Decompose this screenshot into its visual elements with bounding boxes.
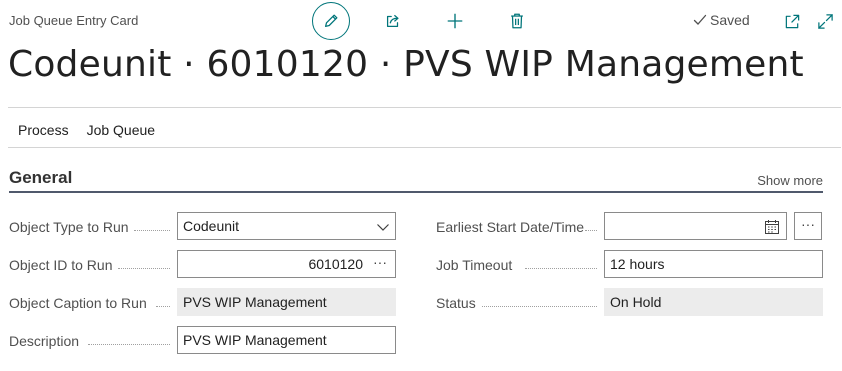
open-new-window-button[interactable]: [782, 11, 802, 31]
earliest-start-field[interactable]: [604, 212, 787, 240]
edit-icon: [324, 14, 338, 28]
popout-icon: [785, 14, 799, 28]
page-caption: Job Queue Entry Card: [9, 13, 139, 28]
section-title[interactable]: General: [9, 168, 72, 188]
leader-dots: [118, 268, 170, 269]
leader-dots: [482, 306, 597, 307]
share-icon: [386, 14, 399, 28]
chevron-down-icon: [377, 224, 389, 231]
description-label: Description: [9, 333, 80, 349]
leader-dots: [156, 306, 170, 307]
description-value: PVS WIP Management: [183, 332, 327, 348]
description-field[interactable]: PVS WIP Management: [177, 326, 396, 354]
show-more-link[interactable]: Show more: [757, 173, 823, 188]
checkmark-icon: [693, 14, 707, 25]
object-caption-to-run-label: Object Caption to Run: [9, 295, 147, 311]
earliest-start-label: Earliest Start Date/Time: [436, 219, 585, 235]
menu-item-process[interactable]: Process: [9, 120, 78, 140]
leader-dots: [525, 268, 597, 269]
saved-label: Saved: [710, 12, 750, 28]
object-type-value: Codeunit: [183, 218, 240, 234]
menu-item-job-queue[interactable]: Job Queue: [78, 120, 165, 140]
status-label: Status: [436, 295, 476, 311]
general-section-header: General Show more: [9, 165, 823, 193]
object-type-to-run-label: Object Type to Run: [9, 219, 129, 235]
record-title: Codeunit · 6010120 · PVS WIP Management: [8, 44, 804, 85]
object-caption-to-run-value: PVS WIP Management: [177, 288, 396, 316]
object-id-value: 6010120: [308, 256, 363, 272]
divider: [8, 107, 841, 108]
calendar-icon[interactable]: [764, 219, 780, 235]
delete-icon: [511, 13, 523, 29]
expand-icon: [817, 13, 833, 29]
add-icon: [447, 13, 463, 29]
earliest-start-more-button[interactable]: ···: [794, 212, 822, 240]
object-id-lookup-button[interactable]: ···: [365, 251, 395, 277]
job-timeout-value: 12 hours: [610, 256, 665, 272]
leader-dots: [88, 344, 170, 345]
divider: [8, 147, 841, 148]
share-button[interactable]: [374, 2, 412, 40]
job-timeout-field[interactable]: 12 hours: [604, 250, 823, 278]
leader-dots: [585, 230, 597, 231]
leader-dots: [134, 230, 170, 231]
new-button[interactable]: [436, 2, 474, 40]
object-id-to-run-field[interactable]: 6010120 ···: [177, 250, 396, 278]
saved-status: Saved: [693, 12, 750, 28]
expand-button[interactable]: [815, 11, 835, 31]
top-bar: Job Queue Entry Card Saved: [0, 0, 842, 44]
object-id-to-run-label: Object ID to Run: [9, 257, 113, 273]
job-timeout-label: Job Timeout: [436, 257, 513, 273]
status-value: On Hold: [604, 288, 823, 316]
object-type-to-run-select[interactable]: Codeunit: [177, 212, 396, 240]
delete-button[interactable]: [498, 2, 536, 40]
edit-button[interactable]: [312, 2, 350, 40]
action-menu: Process Job Queue: [9, 120, 164, 140]
